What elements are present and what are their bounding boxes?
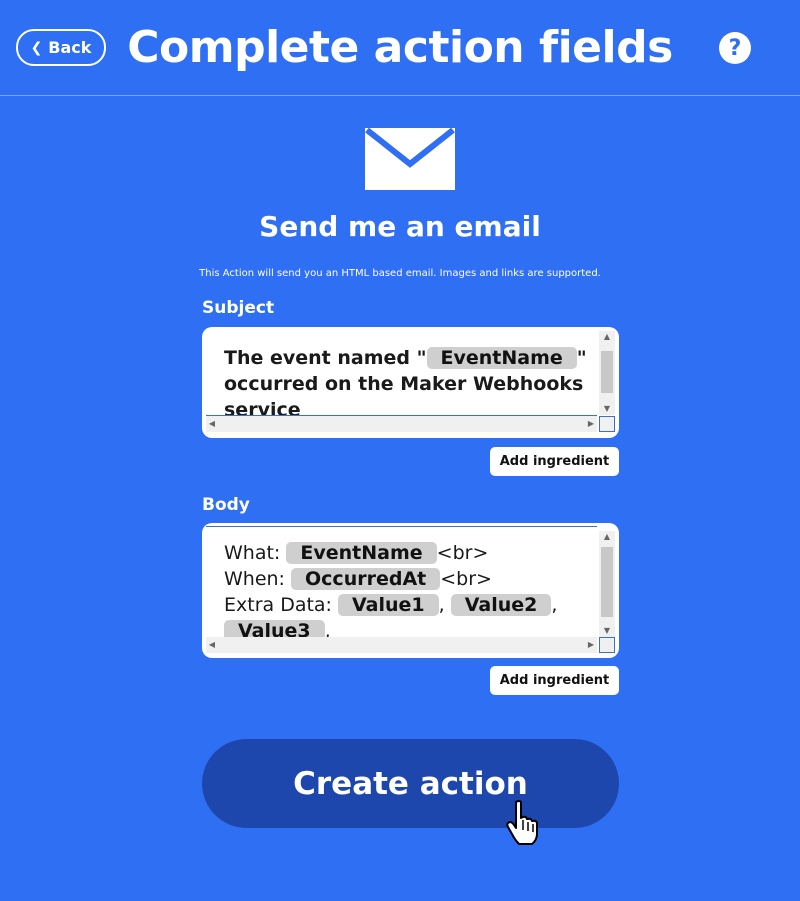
scroll-right-arrow-icon[interactable]: ▶ <box>585 637 597 653</box>
ingredient-chip-occurredat[interactable]: OccurredAt <box>291 568 441 590</box>
mail-icon <box>365 128 455 190</box>
body-line-what-suffix: <br> <box>436 542 489 564</box>
body-line-extra-prefix: Extra Data: <box>224 594 338 616</box>
create-action-button[interactable]: Create action <box>202 739 619 828</box>
scroll-right-arrow-icon[interactable]: ▶ <box>585 416 597 432</box>
scroll-thumb[interactable] <box>601 351 613 393</box>
action-description: This Action will send you an HTML based … <box>199 268 601 279</box>
scroll-up-arrow-icon[interactable]: ▲ <box>599 531 615 543</box>
scroll-down-arrow-icon[interactable]: ▼ <box>599 403 615 415</box>
ingredient-chip-value1[interactable]: Value1 <box>338 594 439 616</box>
body-line-when-suffix: <br> <box>440 568 492 590</box>
body-field[interactable]: What: EventName <br> When: OccurredAt <br>… <box>202 523 619 658</box>
subject-vertical-scrollbar[interactable]: ▲ ▼ <box>599 331 615 415</box>
subject-horizontal-scrollbar[interactable]: ◀ ▶ <box>206 416 597 432</box>
body-vertical-scrollbar[interactable]: ▲ ▼ <box>599 531 615 637</box>
subject-text-before: The event named " <box>224 347 427 369</box>
scroll-thumb[interactable] <box>601 547 613 617</box>
body-separator: , <box>438 594 445 616</box>
body-line-when: When: OccurredAt <br> <box>224 566 589 592</box>
body-line-when-prefix: When: <box>224 568 292 590</box>
scroll-down-arrow-icon[interactable]: ▼ <box>599 625 615 637</box>
body-line-extra-data: Extra Data: Value1, Value2, <box>224 592 589 618</box>
help-icon[interactable]: ? <box>719 32 751 64</box>
hand-pointer-cursor-icon <box>506 800 538 845</box>
scroll-left-arrow-icon[interactable]: ◀ <box>206 637 218 653</box>
ingredient-chip-eventname[interactable]: EventName <box>286 542 437 564</box>
body-focus-line <box>206 526 597 527</box>
scroll-left-arrow-icon[interactable]: ◀ <box>206 416 218 432</box>
body-label: Body <box>202 495 250 515</box>
body-line-what: What: EventName <br> <box>224 540 589 566</box>
subject-add-ingredient-button[interactable]: Add ingredient <box>490 447 619 476</box>
body-separator: , <box>551 594 558 616</box>
scroll-up-arrow-icon[interactable]: ▲ <box>599 331 615 343</box>
header: ❮ Back Complete action fields ? <box>0 0 800 96</box>
scroll-corner <box>599 416 615 432</box>
body-line-what-prefix: What: <box>224 542 287 564</box>
subject-text[interactable]: The event named " EventName " occurred on … <box>224 345 589 423</box>
action-title: Send me an email <box>259 210 541 243</box>
body-horizontal-scrollbar[interactable]: ◀ ▶ <box>206 637 597 653</box>
subject-field[interactable]: The event named " EventName " occurred on … <box>202 327 619 438</box>
scroll-corner <box>599 637 615 653</box>
ingredient-chip-eventname[interactable]: EventName <box>426 347 577 369</box>
ingredient-chip-value2[interactable]: Value2 <box>450 594 552 616</box>
page-title: Complete action fields <box>127 22 673 73</box>
subject-label: Subject <box>202 298 275 318</box>
body-text[interactable]: What: EventName <br> When: OccurredAt <br>… <box>224 540 589 644</box>
body-add-ingredient-button[interactable]: Add ingredient <box>490 666 619 695</box>
